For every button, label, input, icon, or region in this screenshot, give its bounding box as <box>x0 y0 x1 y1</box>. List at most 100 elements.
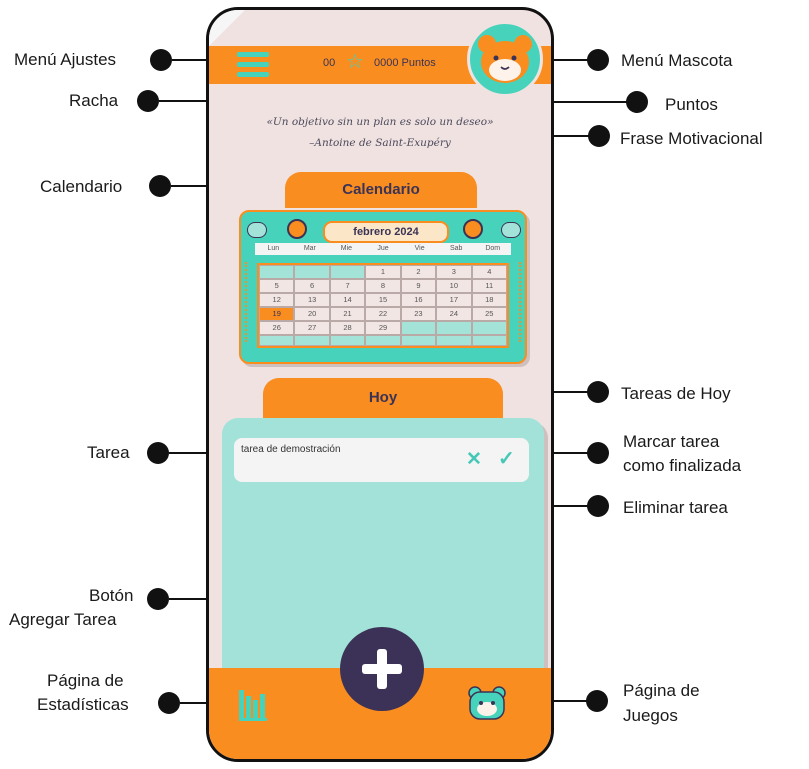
add-task-button[interactable] <box>340 627 424 711</box>
calendar-grid: 1 2 3 4 5 6 7 8 9 10 11 12 13 14 15 16 17 18 19 20 21 22 23 24 2… <box>257 263 509 348</box>
label-puntos: Puntos <box>665 95 718 114</box>
calendar-day[interactable]: 19 <box>259 307 295 321</box>
label-agregar-tarea: Agregar Tarea <box>9 610 117 629</box>
callout-dot <box>150 49 172 71</box>
calendar-day[interactable]: 27 <box>294 321 330 335</box>
callout-dot <box>147 442 169 464</box>
callout-dot <box>587 49 609 71</box>
calendar-day[interactable]: 13 <box>294 293 330 307</box>
calendar-day[interactable]: 5 <box>259 279 295 293</box>
label-pagina-de: Página de <box>47 671 124 690</box>
hamster-face-icon <box>501 222 521 238</box>
label-como-finalizada: como finalizada <box>623 456 742 475</box>
calendar-day[interactable]: 26 <box>259 321 295 335</box>
corner-decoration <box>209 10 245 46</box>
bar-chart-icon[interactable] <box>239 686 275 722</box>
callout-dot <box>586 690 608 712</box>
hamster-game-icon[interactable] <box>467 684 507 722</box>
weekday-label: Lun <box>267 245 280 252</box>
label-frase-motivacional: Frase Motivacional <box>620 129 763 148</box>
calendar-empty-cell <box>436 321 472 335</box>
calendar-day[interactable]: 15 <box>365 293 401 307</box>
calendar-day[interactable]: 18 <box>471 293 507 307</box>
calendar-empty-cell <box>400 321 437 335</box>
task-text: tarea de demostración <box>241 444 341 455</box>
calendar-empty-cell <box>259 265 295 279</box>
calendar-day[interactable]: 20 <box>294 307 330 321</box>
calendar-day[interactable]: 7 <box>329 279 366 293</box>
vine-decoration <box>519 262 523 342</box>
callout-dot <box>588 125 610 147</box>
calendar-day[interactable]: 16 <box>400 293 437 307</box>
label-estadisticas: Estadísticas <box>37 695 129 714</box>
weekday-label: Dom <box>485 245 501 252</box>
calendar-day[interactable]: 23 <box>400 307 437 321</box>
callout-dot <box>137 90 159 112</box>
streak-count: 00 <box>323 57 336 69</box>
calendar[interactable]: febrero 2024 Lun Mar Mie Jue Vie Sab Dom… <box>239 210 527 364</box>
callout-dot <box>626 91 648 113</box>
calendar-empty-cell <box>365 335 401 346</box>
calendar-tab: Calendario <box>285 172 477 208</box>
calendar-empty-cell <box>259 335 295 346</box>
hamster-face-icon <box>247 222 267 238</box>
label-pagina-de-juegos-2: Juegos <box>623 706 678 725</box>
star-icon: ☆ <box>346 51 364 73</box>
hamburger-menu-icon[interactable] <box>233 50 273 82</box>
calendar-empty-cell <box>471 321 507 335</box>
hamster-avatar-icon[interactable] <box>467 21 543 97</box>
calendar-empty-cell <box>329 265 366 279</box>
calendar-day[interactable]: 24 <box>436 307 472 321</box>
plus-icon <box>377 649 387 689</box>
callout-dot <box>158 692 180 714</box>
quote-author: –Antoine de Saint-Exupéry <box>309 137 451 149</box>
x-icon[interactable]: ✕ <box>466 450 482 470</box>
quote-text: «Un objetivo sin un plan es solo un dese… <box>266 116 494 128</box>
calendar-day[interactable]: 3 <box>436 265 472 279</box>
callout-dot <box>149 175 171 197</box>
calendar-empty-cell <box>329 335 366 346</box>
label-tareas-de-hoy: Tareas de Hoy <box>621 384 731 403</box>
calendar-day[interactable]: 25 <box>471 307 507 321</box>
label-calendario: Calendario <box>40 177 123 196</box>
calendar-empty-cell <box>294 265 330 279</box>
calendar-day[interactable]: 21 <box>329 307 366 321</box>
calendar-day[interactable]: 9 <box>400 279 437 293</box>
label-menu-ajustes: Menú Ajustes <box>14 50 117 69</box>
label-pagina-de-juegos-1: Página de <box>623 681 700 700</box>
weekday-header: Lun Mar Mie Jue Vie Sab Dom <box>255 243 511 255</box>
task-item[interactable]: tarea de demostración ✕ ✓ <box>234 438 529 482</box>
calendar-day[interactable]: 8 <box>365 279 401 293</box>
checkmark-icon[interactable]: ✓ <box>498 449 515 469</box>
phone-screen: 00 ☆ 0000 Puntos «Un objetivo sin un pla… <box>206 7 554 762</box>
flower-icon <box>463 219 483 239</box>
callout-dot <box>147 588 169 610</box>
label-boton: Botón <box>89 586 134 605</box>
calendar-day[interactable]: 28 <box>329 321 366 335</box>
calendar-empty-cell <box>294 335 330 346</box>
calendar-day[interactable]: 11 <box>471 279 507 293</box>
label-eliminar-tarea: Eliminar tarea <box>623 498 728 517</box>
calendar-day[interactable]: 1 <box>365 265 401 279</box>
calendar-day[interactable]: 17 <box>436 293 472 307</box>
callout-dot <box>587 381 609 403</box>
month-label: febrero 2024 <box>323 221 449 243</box>
weekday-label: Mie <box>340 245 353 252</box>
motivational-quote: «Un objetivo sin un plan es solo un dese… <box>209 112 551 154</box>
weekday-label: Vie <box>414 245 425 252</box>
calendar-day[interactable]: 29 <box>365 321 401 335</box>
calendar-empty-cell <box>471 335 507 346</box>
calendar-day[interactable]: 4 <box>471 265 507 279</box>
weekday-label: Sab <box>449 245 463 252</box>
flower-icon <box>287 219 307 239</box>
calendar-empty-cell <box>400 335 437 346</box>
calendar-day[interactable]: 12 <box>259 293 295 307</box>
calendar-day[interactable]: 14 <box>329 293 366 307</box>
calendar-day[interactable]: 2 <box>400 265 437 279</box>
label-menu-mascota: Menú Mascota <box>621 51 733 70</box>
calendar-day[interactable]: 6 <box>294 279 330 293</box>
calendar-day[interactable]: 10 <box>436 279 472 293</box>
calendar-day[interactable]: 22 <box>365 307 401 321</box>
label-racha: Racha <box>69 91 119 110</box>
label-marcar-tarea: Marcar tarea <box>623 432 720 451</box>
